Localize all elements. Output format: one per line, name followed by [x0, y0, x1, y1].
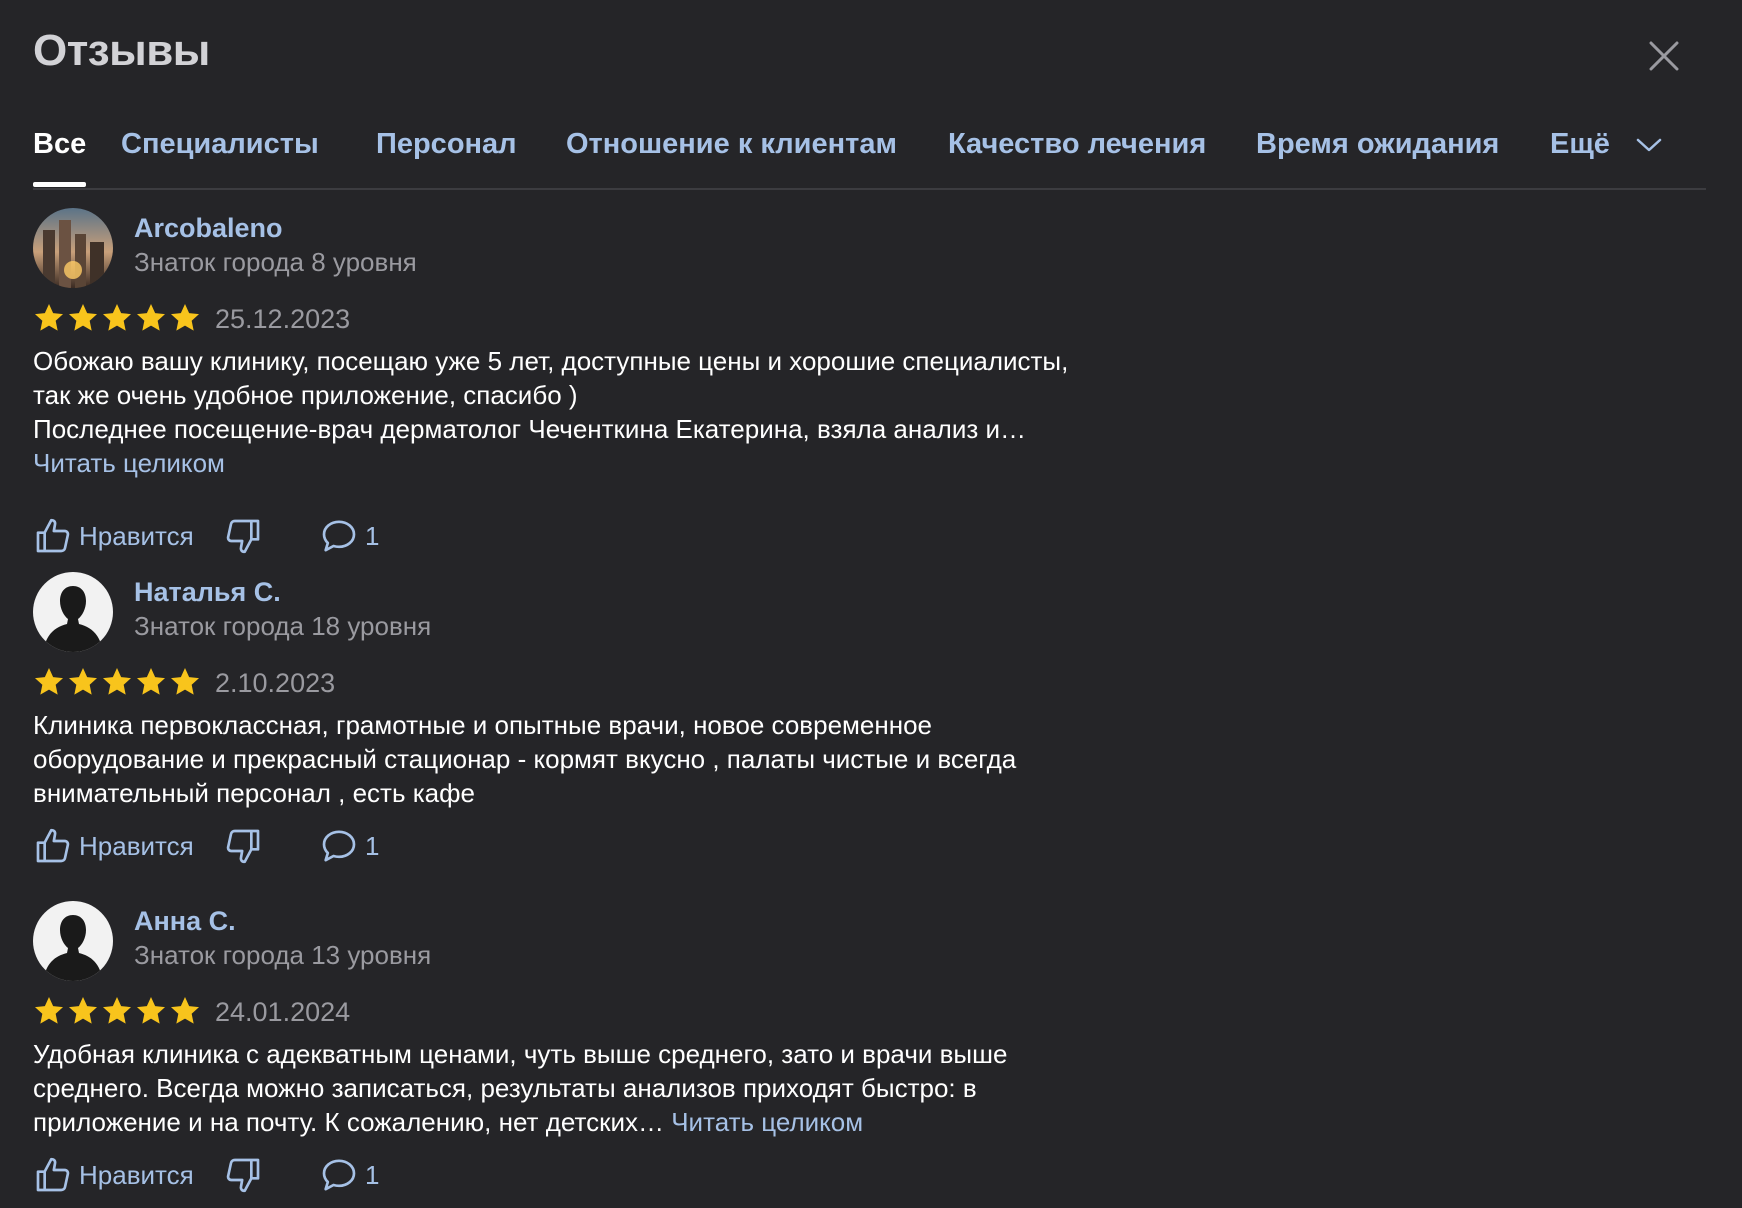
- tab-label: Специалисты: [121, 128, 319, 160]
- close-icon: [1649, 41, 1679, 71]
- review-text-line: так же очень удобное приложение, спасибо…: [33, 380, 578, 410]
- review-date: 24.01.2024: [215, 997, 351, 1027]
- thumbs-down-icon: [226, 829, 260, 864]
- chevron-down-icon: [1636, 139, 1662, 152]
- tab-label: Качество лечения: [948, 128, 1207, 160]
- comment-icon: [322, 520, 356, 552]
- like-button[interactable]: Нравится: [33, 516, 194, 556]
- review-text-line: среднего. Всегда можно записаться, резул…: [33, 1073, 977, 1103]
- tab-label: Время ожидания: [1256, 128, 1500, 160]
- review-text-line: Удобная клиника с адекватным ценами, чут…: [33, 1039, 1008, 1069]
- page-title: Отзывы: [33, 26, 210, 75]
- tab-label: Ещё: [1550, 128, 1610, 160]
- star-icon: [171, 997, 199, 1024]
- avatar[interactable]: [33, 208, 113, 288]
- review-text-line: Клиника первоклассная, грамотные и опытн…: [33, 710, 933, 740]
- read-more-link[interactable]: Читать целиком: [671, 1107, 863, 1137]
- read-more-link[interactable]: Читать целиком: [33, 448, 225, 478]
- review-text-line: оборудование и прекрасный стационар - ко…: [33, 744, 1017, 774]
- star-icon: [103, 304, 131, 331]
- star-icon: [103, 668, 131, 695]
- rating-stars: [33, 666, 201, 698]
- rating-stars: [33, 302, 201, 334]
- tab-client-attitude[interactable]: Отношение к клиентам: [566, 128, 897, 161]
- thumbs-down-icon: [226, 1158, 260, 1193]
- tab-waiting-time[interactable]: Время ожидания: [1256, 128, 1499, 161]
- tab-label: Все: [33, 128, 87, 160]
- comments-button[interactable]: 1: [319, 1155, 379, 1195]
- tab-label: Отношение к клиентам: [566, 128, 897, 160]
- dislike-button[interactable]: [223, 1155, 263, 1200]
- rating-stars: [33, 995, 201, 1027]
- author-name[interactable]: Наталья С.: [134, 577, 281, 608]
- tabs-bar: Все Специалисты Персонал Отношение к кли…: [33, 122, 1706, 190]
- star-icon: [69, 997, 97, 1024]
- star-icon: [137, 668, 165, 695]
- dislike-button[interactable]: [223, 826, 263, 871]
- thumbs-up-icon: [36, 828, 70, 863]
- comments-button[interactable]: 1: [319, 516, 379, 556]
- review-text: Клиника первоклассная, грамотные и опытн…: [33, 708, 1108, 810]
- tab-staff[interactable]: Персонал: [376, 128, 517, 161]
- tab-more[interactable]: Ещё: [1550, 128, 1662, 161]
- star-icon: [35, 668, 63, 695]
- tab-specialists[interactable]: Специалисты: [121, 128, 319, 161]
- tab-all[interactable]: Все: [33, 128, 87, 187]
- comments-count: 1: [365, 830, 380, 861]
- tab-label: Персонал: [376, 128, 517, 160]
- like-label: Нравится: [79, 1159, 194, 1190]
- review-date: 25.12.2023: [215, 304, 351, 334]
- star-icon: [103, 997, 131, 1024]
- star-icon: [137, 304, 165, 331]
- comment-icon: [322, 1159, 356, 1191]
- comments-count: 1: [365, 1159, 380, 1190]
- thumbs-up-icon: [36, 1157, 70, 1192]
- comment-icon: [322, 830, 356, 862]
- comments-button[interactable]: 1: [319, 826, 379, 866]
- author-level: Знаток города 8 уровня: [134, 247, 417, 277]
- avatar[interactable]: [33, 572, 113, 652]
- close-button[interactable]: [1646, 38, 1682, 74]
- star-icon: [35, 304, 63, 331]
- like-button[interactable]: Нравится: [33, 826, 194, 866]
- author-level: Знаток города 18 уровня: [134, 611, 432, 641]
- avatar[interactable]: [33, 901, 113, 981]
- author-name[interactable]: Arcobaleno: [134, 213, 283, 244]
- thumbs-up-icon: [36, 518, 70, 553]
- review-text: Удобная клиника с адекватным ценами, чут…: [33, 1037, 1108, 1139]
- like-button[interactable]: Нравится: [33, 1155, 194, 1195]
- review-text: Обожаю вашу клинику, посещаю уже 5 лет, …: [33, 344, 1108, 480]
- star-icon: [35, 997, 63, 1024]
- star-icon: [69, 668, 97, 695]
- comments-count: 1: [365, 520, 380, 551]
- review-text-line: приложение и на почту. К сожалению, нет …: [33, 1107, 664, 1137]
- review-text-line: внимательный персонал , есть кафе: [33, 778, 475, 808]
- author-name[interactable]: Анна С.: [134, 906, 236, 937]
- review-date: 2.10.2023: [215, 668, 336, 698]
- thumbs-down-icon: [226, 519, 260, 554]
- review-text-line: Обожаю вашу клинику, посещаю уже 5 лет, …: [33, 346, 1069, 376]
- review-text-line: Последнее посещение-врач дерматолог Чече…: [33, 414, 1027, 444]
- star-icon: [137, 997, 165, 1024]
- author-level: Знаток города 13 уровня: [134, 940, 432, 970]
- tab-treatment-quality[interactable]: Качество лечения: [948, 128, 1206, 161]
- star-icon: [69, 304, 97, 331]
- like-label: Нравится: [79, 520, 194, 551]
- star-icon: [171, 668, 199, 695]
- dislike-button[interactable]: [223, 516, 263, 561]
- star-icon: [171, 304, 199, 331]
- like-label: Нравится: [79, 830, 194, 861]
